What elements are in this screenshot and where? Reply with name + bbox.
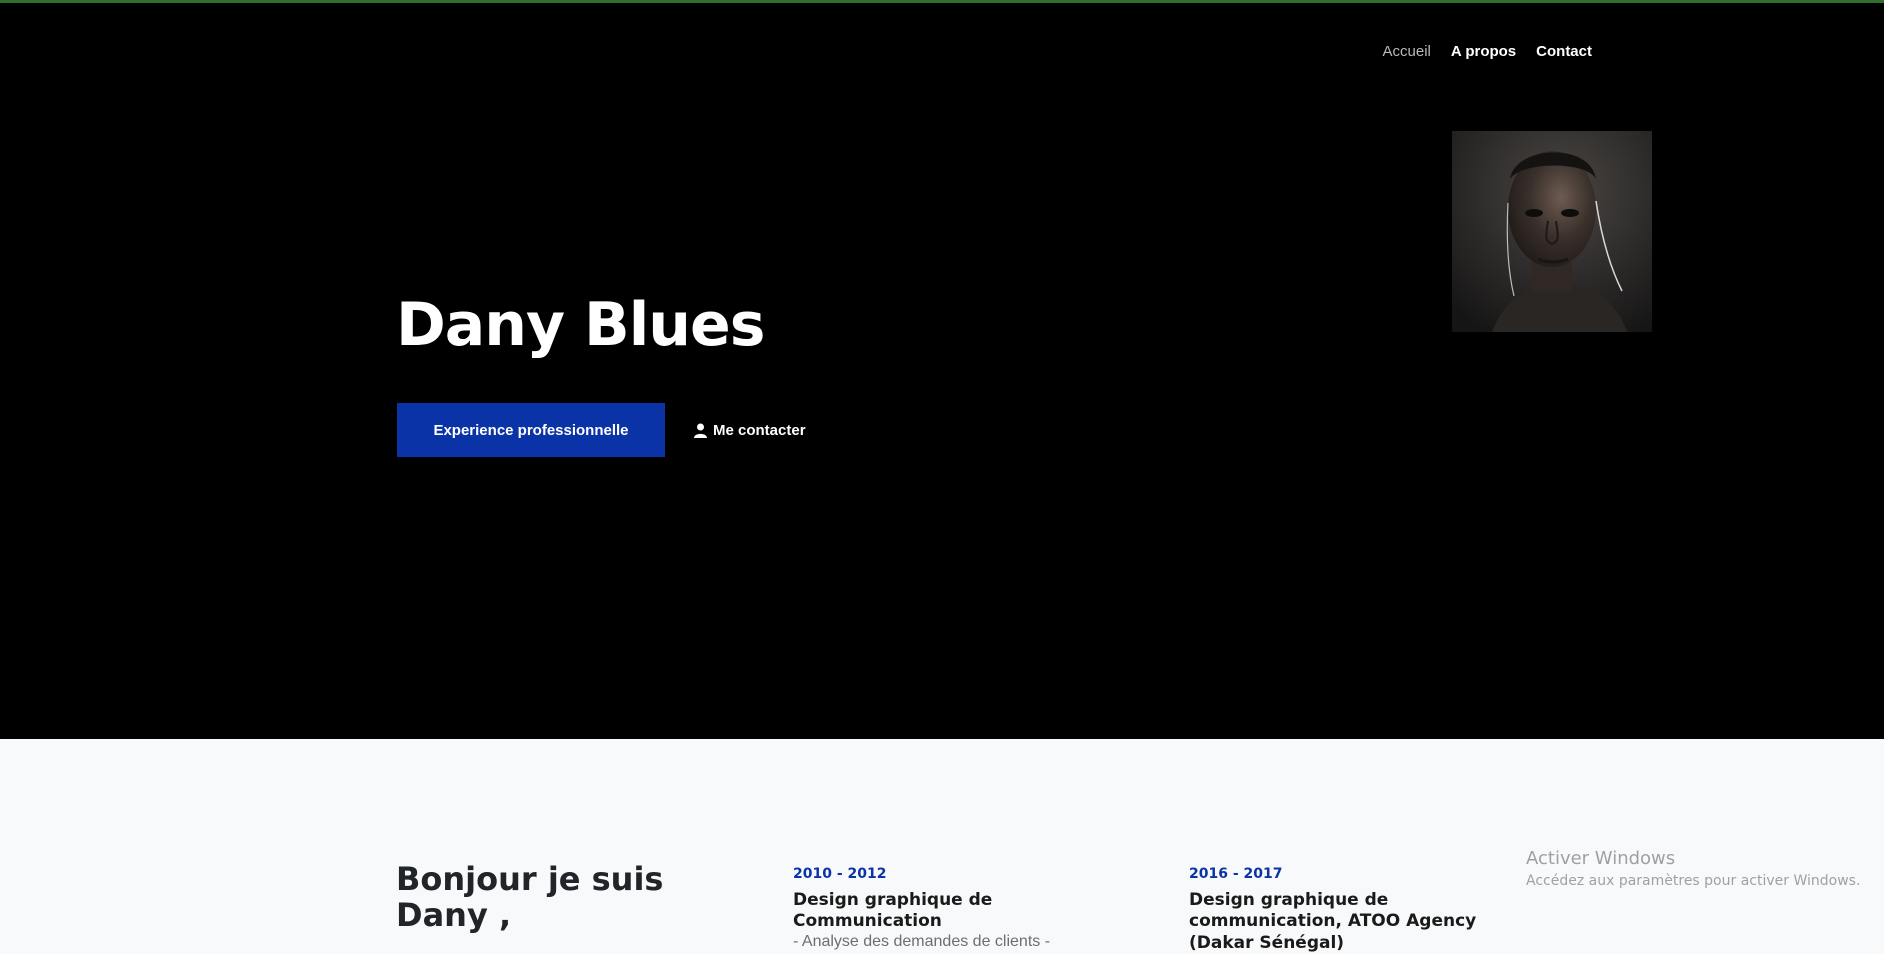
user-icon: [694, 423, 707, 438]
timeline-title: Design graphique de communication, ATOO …: [1189, 890, 1477, 953]
contact-button-label: Me contacter: [713, 421, 806, 439]
profile-photo-image: [1452, 131, 1652, 332]
timeline-item: 2010 - 2012 Design graphique de Communic…: [793, 866, 1133, 951]
profile-photo: [1452, 131, 1652, 332]
timeline-desc: - Analyse des demandes de clients -: [793, 932, 1051, 950]
about-title: Bonjour je suis Dany ,: [396, 860, 664, 934]
hero-section: Accueil A propos Contact: [0, 3, 1884, 739]
nav-item-a-propos[interactable]: A propos: [1451, 43, 1516, 60]
nav-item-contact[interactable]: Contact: [1536, 43, 1592, 60]
hero-name: Dany Blues: [396, 290, 765, 360]
main-nav: Accueil A propos Contact: [1383, 43, 1592, 60]
experience-button[interactable]: Experience professionnelle: [397, 403, 665, 457]
timeline-years: 2010 - 2012: [793, 866, 887, 882]
timeline-item: 2016 - 2017 Design graphique de communic…: [1189, 866, 1519, 954]
watermark-subtitle: Accédez aux paramètres pour activer Wind…: [1526, 873, 1861, 889]
contact-button[interactable]: Me contacter: [694, 416, 806, 444]
watermark-title: Activer Windows: [1526, 848, 1676, 869]
windows-activation-watermark: Activer Windows Accédez aux paramètres p…: [1526, 848, 1860, 889]
timeline-years: 2016 - 2017: [1189, 866, 1283, 882]
timeline-title: Design graphique de Communication: [793, 890, 993, 932]
nav-item-accueil[interactable]: Accueil: [1383, 43, 1431, 60]
